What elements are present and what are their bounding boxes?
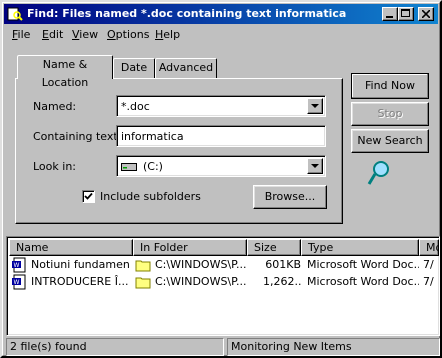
menu-help[interactable]: Help	[155, 28, 180, 41]
file-name: INTRODUCERE Î...	[31, 275, 129, 288]
status-bar: 2 file(s) found Monitoring New Items	[6, 338, 440, 356]
look-in-value: (C:)	[143, 160, 163, 173]
file-modified: 7/	[423, 275, 434, 288]
containing-text-input[interactable]: informatica	[116, 125, 326, 147]
stop-button[interactable]: Stop	[351, 102, 429, 126]
svg-text:W: W	[14, 279, 20, 286]
find-window: Find: Files named *.doc containing text …	[0, 0, 442, 358]
look-in-combobox[interactable]: (C:)	[116, 155, 326, 177]
word-document-icon: W	[12, 257, 26, 273]
title-bar[interactable]: Find: Files named *.doc containing text …	[4, 4, 438, 24]
named-label: Named:	[33, 100, 77, 113]
browse-button[interactable]: Browse...	[253, 185, 327, 209]
file-size: 1,262...	[263, 275, 301, 288]
look-in-label: Look in:	[33, 160, 76, 173]
tab-date[interactable]: Date	[113, 58, 155, 78]
named-dropdown-button[interactable]	[307, 98, 323, 114]
look-in-dropdown-button[interactable]	[307, 158, 323, 174]
find-icon	[7, 7, 23, 21]
close-icon	[422, 10, 430, 18]
file-type: Microsoft Word Doc...	[307, 258, 419, 271]
file-folder: C:\WINDOWS\P...	[155, 275, 247, 288]
file-type: Microsoft Word Doc...	[307, 275, 419, 288]
folder-icon	[135, 260, 151, 272]
column-header-modified[interactable]: Mo	[419, 239, 439, 256]
tab-advanced[interactable]: Advanced	[155, 58, 217, 78]
results-list[interactable]: Name In Folder Size Type Mo W Notiuni fu…	[6, 236, 440, 336]
menu-options[interactable]: Options	[107, 28, 149, 41]
name-location-panel: Named: *.doc Containing text: informatic…	[15, 78, 343, 224]
find-now-button[interactable]: Find Now	[351, 73, 429, 99]
maximize-button[interactable]	[398, 7, 414, 21]
include-subfolders-checkbox[interactable]	[82, 190, 95, 203]
file-folder: C:\WINDOWS\P...	[155, 258, 247, 271]
column-header-in-folder[interactable]: In Folder	[133, 239, 247, 256]
table-row[interactable]: W Notiuni fundament... C:\WINDOWS\P... 6…	[9, 257, 439, 274]
file-name: Notiuni fundament...	[31, 258, 129, 271]
menu-file[interactable]: File	[12, 28, 30, 41]
named-value: *.doc	[121, 100, 150, 113]
include-subfolders-label: Include subfolders	[100, 190, 201, 203]
table-row[interactable]: W INTRODUCERE Î... C:\WINDOWS\P... 1,262…	[9, 274, 439, 291]
word-document-icon: W	[12, 274, 26, 290]
window-title: Find: Files named *.doc containing text …	[27, 7, 347, 20]
close-button[interactable]	[418, 7, 434, 21]
menu-view[interactable]: View	[72, 28, 98, 41]
svg-text:W: W	[14, 262, 20, 269]
minimize-icon	[386, 16, 393, 18]
minimize-button[interactable]	[382, 7, 398, 21]
named-combobox[interactable]: *.doc	[116, 95, 326, 117]
column-header-size[interactable]: Size	[247, 239, 301, 256]
checkmark-icon	[84, 192, 93, 200]
status-message: Monitoring New Items	[227, 338, 440, 356]
status-count: 2 file(s) found	[6, 338, 224, 356]
column-header-name[interactable]: Name	[9, 239, 133, 256]
new-search-button[interactable]: New Search	[351, 129, 429, 153]
magnifier-icon	[367, 161, 389, 185]
folder-icon	[135, 277, 151, 289]
column-header-type[interactable]: Type	[301, 239, 419, 256]
file-size: 601KB	[265, 258, 301, 271]
containing-text-value: informatica	[121, 130, 184, 143]
containing-text-label: Containing text:	[33, 130, 122, 143]
menu-edit[interactable]: Edit	[42, 28, 63, 41]
drive-icon	[121, 163, 137, 171]
file-modified: 7/	[423, 258, 434, 271]
maximize-icon	[401, 9, 410, 17]
tab-name-location[interactable]: Name & Location	[17, 55, 113, 89]
